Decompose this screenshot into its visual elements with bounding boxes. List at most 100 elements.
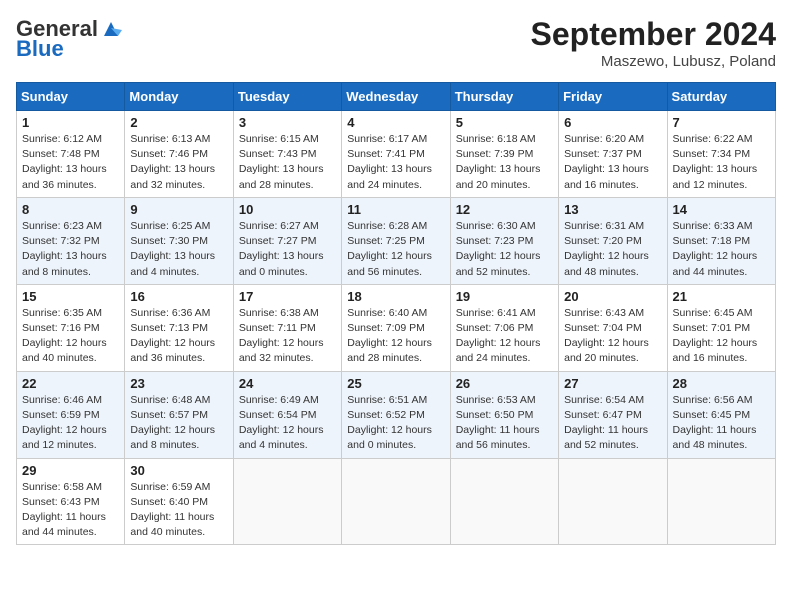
day-info: Sunrise: 6:51 AM Sunset: 6:52 PM Dayligh… (347, 393, 444, 454)
calendar-cell: 14 Sunrise: 6:33 AM Sunset: 7:18 PM Dayli… (667, 197, 775, 284)
calendar-cell: 6Sunrise: 6:20 AM Sunset: 7:37 PM Daylig… (559, 111, 667, 198)
day-number: 27 (564, 376, 661, 391)
day-number: 30 (130, 463, 227, 478)
day-number: 25 (347, 376, 444, 391)
calendar-cell: 8 Sunrise: 6:23 AM Sunset: 7:32 PM Daylig… (17, 197, 125, 284)
calendar-cell: 18 Sunrise: 6:40 AM Sunset: 7:09 PM Dayli… (342, 284, 450, 371)
day-number: 19 (456, 289, 553, 304)
logo-icon (100, 18, 122, 40)
calendar-cell: 16 Sunrise: 6:36 AM Sunset: 7:13 PM Dayli… (125, 284, 233, 371)
day-number: 13 (564, 202, 661, 217)
calendar-cell: 4 Sunrise: 6:17 AM Sunset: 7:41 PM Daylig… (342, 111, 450, 198)
calendar-cell: 11 Sunrise: 6:28 AM Sunset: 7:25 PM Dayli… (342, 197, 450, 284)
day-number: 28 (673, 376, 770, 391)
calendar-cell: 20Sunrise: 6:43 AM Sunset: 7:04 PM Dayli… (559, 284, 667, 371)
day-info: Sunrise: 6:31 AM Sunset: 7:20 PM Dayligh… (564, 219, 661, 280)
day-info: Sunrise: 6:45 AM Sunset: 7:01 PM Dayligh… (673, 306, 770, 367)
logo: General Blue (16, 16, 122, 62)
calendar-cell: 9 Sunrise: 6:25 AM Sunset: 7:30 PM Daylig… (125, 197, 233, 284)
title-block: September 2024 Maszewo, Lubusz, Poland (531, 16, 776, 70)
calendar-cell: 2Sunrise: 6:13 AM Sunset: 7:46 PM Daylig… (125, 111, 233, 198)
day-info: Sunrise: 6:40 AM Sunset: 7:09 PM Dayligh… (347, 306, 444, 367)
calendar-cell: 19Sunrise: 6:41 AM Sunset: 7:06 PM Dayli… (450, 284, 558, 371)
day-number: 23 (130, 376, 227, 391)
weekday-header-wednesday: Wednesday (342, 83, 450, 111)
day-info: Sunrise: 6:48 AM Sunset: 6:57 PM Dayligh… (130, 393, 227, 454)
calendar-week-row: 1Sunrise: 6:12 AM Sunset: 7:48 PM Daylig… (17, 111, 776, 198)
day-info: Sunrise: 6:28 AM Sunset: 7:25 PM Dayligh… (347, 219, 444, 280)
day-info: Sunrise: 6:33 AM Sunset: 7:18 PM Dayligh… (673, 219, 770, 280)
day-number: 12 (456, 202, 553, 217)
weekday-header-tuesday: Tuesday (233, 83, 341, 111)
day-info: Sunrise: 6:54 AM Sunset: 6:47 PM Dayligh… (564, 393, 661, 454)
calendar-cell: 22Sunrise: 6:46 AM Sunset: 6:59 PM Dayli… (17, 371, 125, 458)
day-info: Sunrise: 6:35 AM Sunset: 7:16 PM Dayligh… (22, 306, 119, 367)
day-info: Sunrise: 6:59 AM Sunset: 6:40 PM Dayligh… (130, 480, 227, 541)
day-number: 16 (130, 289, 227, 304)
day-number: 9 (130, 202, 227, 217)
calendar-cell: 17 Sunrise: 6:38 AM Sunset: 7:11 PM Dayli… (233, 284, 341, 371)
calendar-cell: 15 Sunrise: 6:35 AM Sunset: 7:16 PM Dayli… (17, 284, 125, 371)
day-info: Sunrise: 6:38 AM Sunset: 7:11 PM Dayligh… (239, 306, 336, 367)
day-info: Sunrise: 6:25 AM Sunset: 7:30 PM Dayligh… (130, 219, 227, 280)
calendar-week-row: 29 Sunrise: 6:58 AM Sunset: 6:43 PM Dayli… (17, 458, 776, 545)
day-number: 11 (347, 202, 444, 217)
day-number: 10 (239, 202, 336, 217)
day-number: 21 (673, 289, 770, 304)
weekday-header-friday: Friday (559, 83, 667, 111)
calendar-cell: 29 Sunrise: 6:58 AM Sunset: 6:43 PM Dayli… (17, 458, 125, 545)
calendar-cell (559, 458, 667, 545)
day-number: 18 (347, 289, 444, 304)
logo-blue-text: Blue (16, 36, 64, 62)
calendar-cell: 3 Sunrise: 6:15 AM Sunset: 7:43 PM Daylig… (233, 111, 341, 198)
calendar-cell: 5Sunrise: 6:18 AM Sunset: 7:39 PM Daylig… (450, 111, 558, 198)
day-info: Sunrise: 6:23 AM Sunset: 7:32 PM Dayligh… (22, 219, 119, 280)
day-info: Sunrise: 6:27 AM Sunset: 7:27 PM Dayligh… (239, 219, 336, 280)
day-info: Sunrise: 6:15 AM Sunset: 7:43 PM Dayligh… (239, 132, 336, 193)
day-info: Sunrise: 6:49 AM Sunset: 6:54 PM Dayligh… (239, 393, 336, 454)
calendar-cell: 26 Sunrise: 6:53 AM Sunset: 6:50 PM Dayli… (450, 371, 558, 458)
day-number: 15 (22, 289, 119, 304)
weekday-header-saturday: Saturday (667, 83, 775, 111)
day-info: Sunrise: 6:22 AM Sunset: 7:34 PM Dayligh… (673, 132, 770, 193)
weekday-header-monday: Monday (125, 83, 233, 111)
day-info: Sunrise: 6:58 AM Sunset: 6:43 PM Dayligh… (22, 480, 119, 541)
calendar-cell (342, 458, 450, 545)
day-number: 17 (239, 289, 336, 304)
calendar: SundayMondayTuesdayWednesdayThursdayFrid… (16, 82, 776, 545)
day-number: 22 (22, 376, 119, 391)
calendar-header-row: SundayMondayTuesdayWednesdayThursdayFrid… (17, 83, 776, 111)
calendar-cell (233, 458, 341, 545)
calendar-cell (450, 458, 558, 545)
calendar-cell: 27 Sunrise: 6:54 AM Sunset: 6:47 PM Dayli… (559, 371, 667, 458)
calendar-week-row: 22Sunrise: 6:46 AM Sunset: 6:59 PM Dayli… (17, 371, 776, 458)
calendar-cell: 23 Sunrise: 6:48 AM Sunset: 6:57 PM Dayli… (125, 371, 233, 458)
calendar-cell: 24 Sunrise: 6:49 AM Sunset: 6:54 PM Dayli… (233, 371, 341, 458)
day-number: 5 (456, 115, 553, 130)
calendar-cell (667, 458, 775, 545)
day-number: 8 (22, 202, 119, 217)
day-number: 6 (564, 115, 661, 130)
day-number: 4 (347, 115, 444, 130)
day-number: 24 (239, 376, 336, 391)
day-info: Sunrise: 6:36 AM Sunset: 7:13 PM Dayligh… (130, 306, 227, 367)
day-info: Sunrise: 6:17 AM Sunset: 7:41 PM Dayligh… (347, 132, 444, 193)
day-info: Sunrise: 6:53 AM Sunset: 6:50 PM Dayligh… (456, 393, 553, 454)
day-number: 29 (22, 463, 119, 478)
month-year: September 2024 (531, 16, 776, 53)
day-info: Sunrise: 6:12 AM Sunset: 7:48 PM Dayligh… (22, 132, 119, 193)
day-info: Sunrise: 6:13 AM Sunset: 7:46 PM Dayligh… (130, 132, 227, 193)
day-number: 20 (564, 289, 661, 304)
calendar-cell: 21 Sunrise: 6:45 AM Sunset: 7:01 PM Dayli… (667, 284, 775, 371)
day-number: 7 (673, 115, 770, 130)
calendar-cell: 25 Sunrise: 6:51 AM Sunset: 6:52 PM Dayli… (342, 371, 450, 458)
calendar-cell: 10 Sunrise: 6:27 AM Sunset: 7:27 PM Dayli… (233, 197, 341, 284)
calendar-week-row: 8 Sunrise: 6:23 AM Sunset: 7:32 PM Daylig… (17, 197, 776, 284)
day-number: 26 (456, 376, 553, 391)
calendar-cell: 28Sunrise: 6:56 AM Sunset: 6:45 PM Dayli… (667, 371, 775, 458)
calendar-cell: 30 Sunrise: 6:59 AM Sunset: 6:40 PM Dayli… (125, 458, 233, 545)
calendar-cell: 7 Sunrise: 6:22 AM Sunset: 7:34 PM Daylig… (667, 111, 775, 198)
day-number: 14 (673, 202, 770, 217)
day-number: 3 (239, 115, 336, 130)
weekday-header-sunday: Sunday (17, 83, 125, 111)
